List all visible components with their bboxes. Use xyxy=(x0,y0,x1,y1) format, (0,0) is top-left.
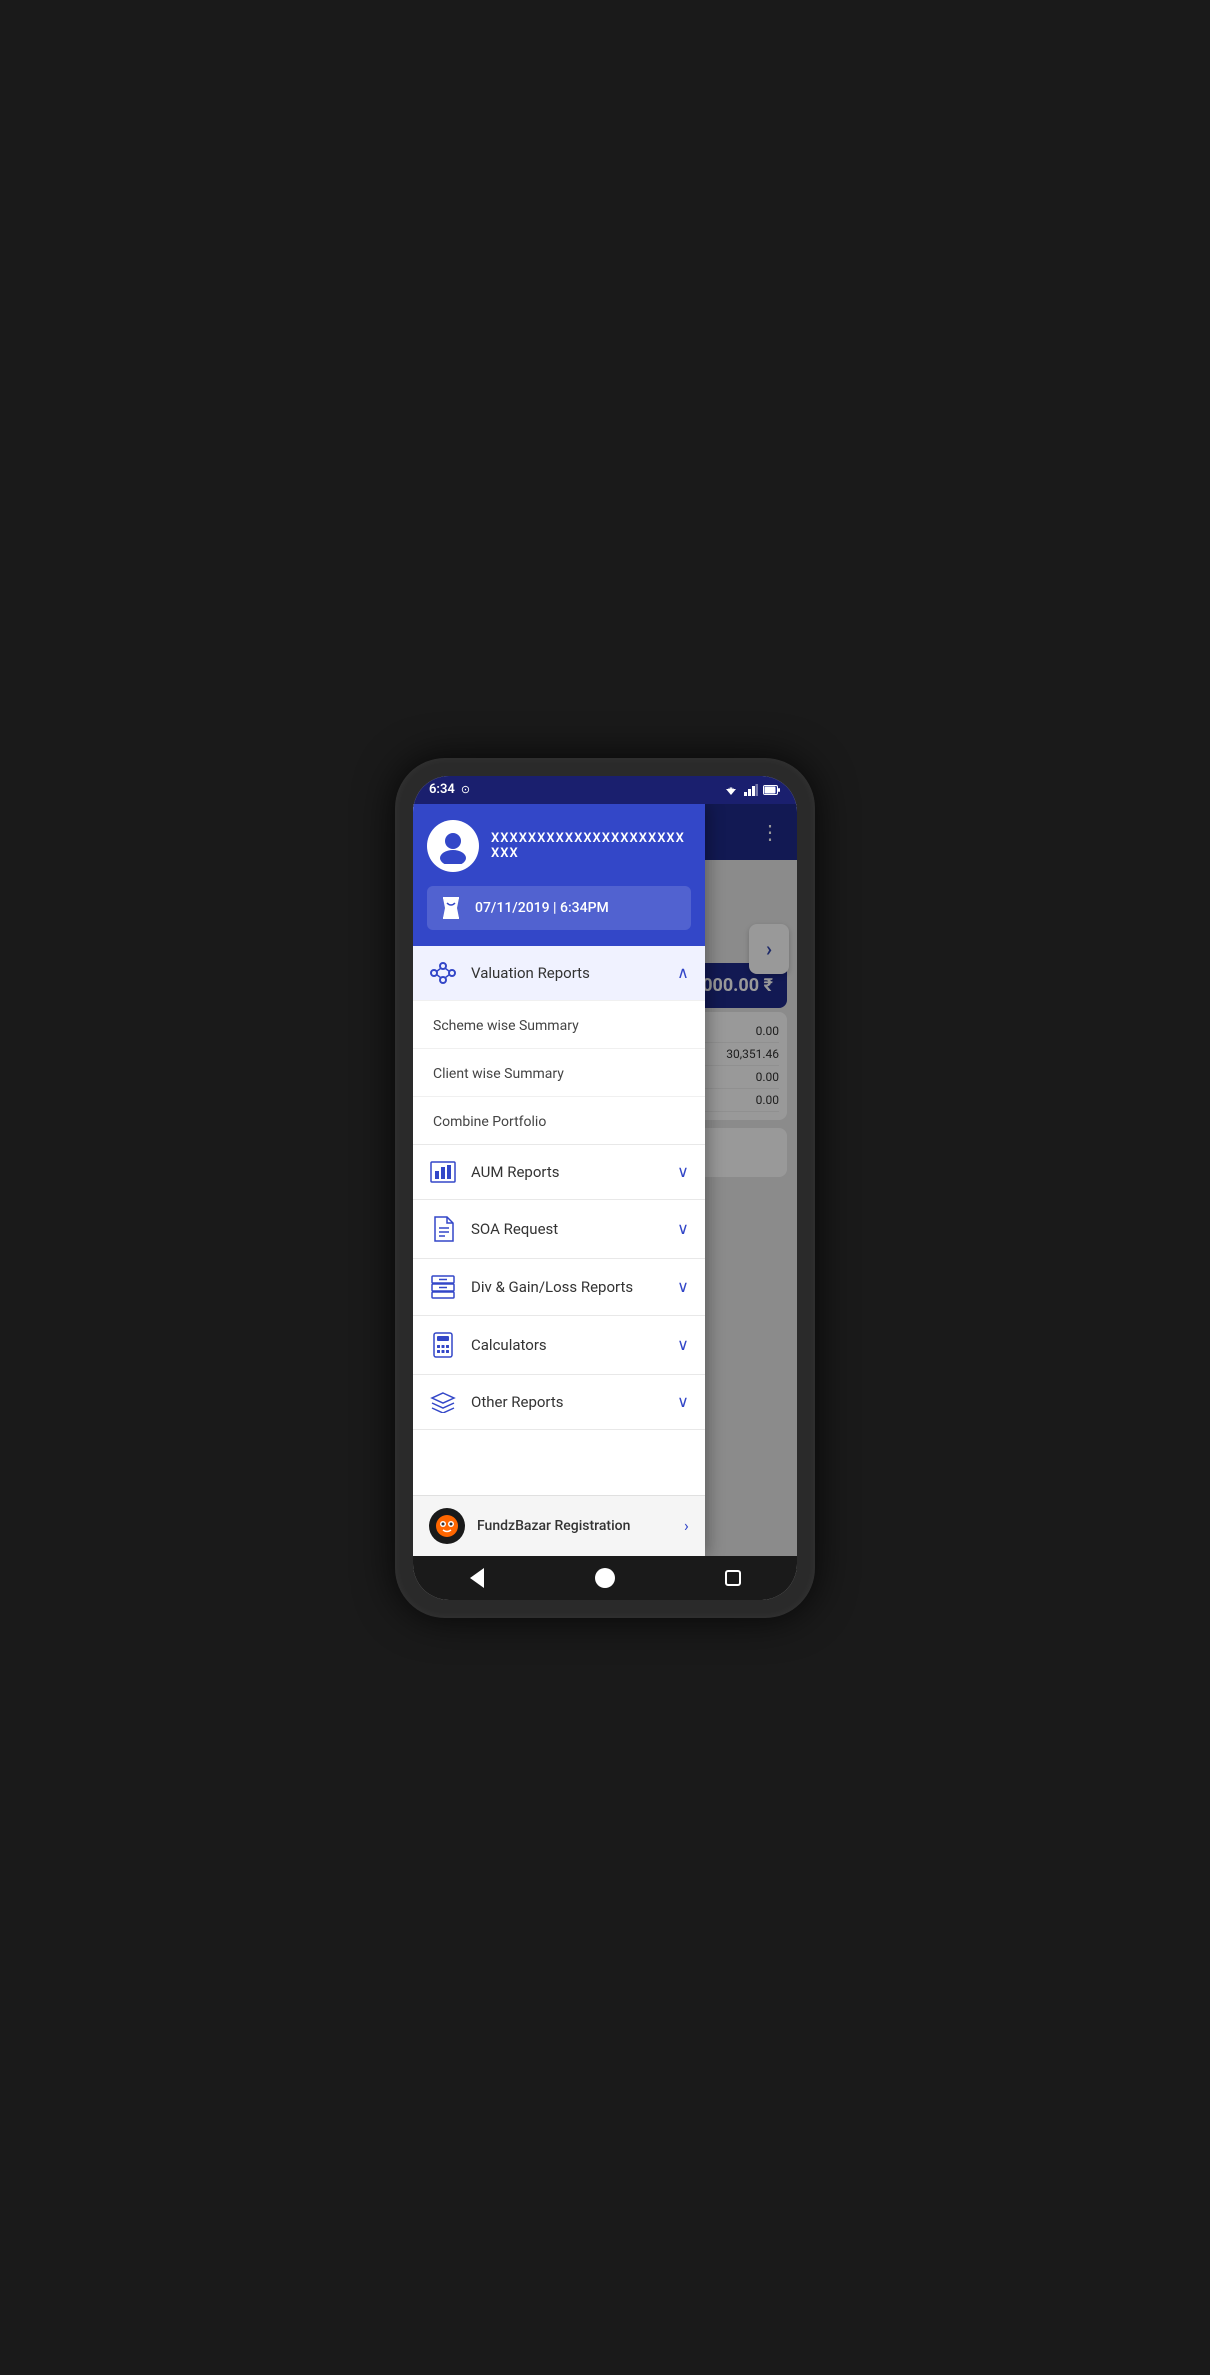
navigation-drawer: XXXXXXXXXXXXXXXXXXXXXXXX 07/1 xyxy=(413,804,705,1556)
status-time: 6:34 xyxy=(429,782,455,797)
user-name: XXXXXXXXXXXXXXXXXXXXXXXX xyxy=(491,831,691,861)
drawer-header: XXXXXXXXXXXXXXXXXXXXXXXX 07/1 xyxy=(413,804,705,946)
other-section: Other Reports ∨ xyxy=(413,1375,705,1430)
other-label: Other Reports xyxy=(471,1393,663,1411)
valuation-section: Valuation Reports ∧ Scheme wise Summary … xyxy=(413,946,705,1145)
status-icons xyxy=(723,784,781,796)
aum-label: AUM Reports xyxy=(471,1163,663,1181)
phone-device: 6:34 ⊙ xyxy=(395,758,815,1618)
menu-item-valuation[interactable]: Valuation Reports ∧ xyxy=(413,946,705,1000)
drawer-date: 07/11/2019 | 6:34PM xyxy=(475,900,609,916)
drawer-footer[interactable]: FundzBazar Registration › xyxy=(413,1495,705,1556)
divgain-arrow: ∨ xyxy=(677,1277,689,1296)
avatar xyxy=(427,820,479,872)
other-icon xyxy=(429,1391,457,1413)
aum-icon xyxy=(429,1161,457,1183)
valuation-submenu: Scheme wise Summary Client wise Summary … xyxy=(413,1000,705,1144)
scheme-wise-label: Scheme wise Summary xyxy=(433,1018,579,1034)
recents-button[interactable] xyxy=(718,1563,748,1593)
drawer-overlay: XXXXXXXXXXXXXXXXXXXXXXXX 07/1 xyxy=(413,804,797,1556)
calculators-arrow: ∨ xyxy=(677,1335,689,1354)
bottom-navigation xyxy=(413,1556,797,1600)
soa-arrow: ∨ xyxy=(677,1219,689,1238)
calculators-section: Calculators ∨ xyxy=(413,1316,705,1375)
menu-item-other[interactable]: Other Reports ∨ xyxy=(413,1375,705,1429)
calculators-label: Calculators xyxy=(471,1336,663,1354)
aum-arrow: ∨ xyxy=(677,1162,689,1181)
valuation-icon xyxy=(429,962,457,984)
signal-icon xyxy=(744,784,758,796)
combine-portfolio-label: Combine Portfolio xyxy=(433,1114,546,1130)
soa-section: SOA Request ∨ xyxy=(413,1200,705,1259)
wifi-icon xyxy=(723,784,739,796)
valuation-label: Valuation Reports xyxy=(471,964,663,982)
menu-item-divgain[interactable]: Div & Gain/Loss Reports ∨ xyxy=(413,1259,705,1315)
notification-icon: ⊙ xyxy=(461,783,470,796)
menu-item-calculators[interactable]: Calculators ∨ xyxy=(413,1316,705,1374)
divgain-icon xyxy=(429,1275,457,1299)
phone-screen: 6:34 ⊙ xyxy=(413,776,797,1600)
submenu-client-wise[interactable]: Client wise Summary xyxy=(413,1048,705,1096)
calculators-icon xyxy=(429,1332,457,1358)
main-content: ⋮ ₹ › Weg CAGR 3.37 ↑ xyxy=(413,804,797,1556)
menu-item-aum[interactable]: AUM Reports ∨ xyxy=(413,1145,705,1199)
person-icon xyxy=(435,828,471,864)
aum-section: AUM Reports ∨ xyxy=(413,1145,705,1200)
submenu-scheme-wise[interactable]: Scheme wise Summary xyxy=(413,1000,705,1048)
client-wise-label: Client wise Summary xyxy=(433,1066,564,1082)
battery-icon xyxy=(763,784,781,796)
timer-icon xyxy=(437,894,465,922)
home-button[interactable] xyxy=(590,1563,620,1593)
date-row: 07/11/2019 | 6:34PM xyxy=(427,886,691,930)
footer-text: FundzBazar Registration xyxy=(477,1518,672,1534)
status-bar: 6:34 ⊙ xyxy=(413,776,797,804)
back-button[interactable] xyxy=(462,1563,492,1593)
divgain-section: Div & Gain/Loss Reports ∨ xyxy=(413,1259,705,1316)
other-arrow: ∨ xyxy=(677,1392,689,1411)
user-row: XXXXXXXXXXXXXXXXXXXXXXXX xyxy=(427,820,691,872)
submenu-combine-portfolio[interactable]: Combine Portfolio xyxy=(413,1096,705,1144)
divgain-label: Div & Gain/Loss Reports xyxy=(471,1278,663,1296)
dim-overlay[interactable] xyxy=(705,804,797,1556)
valuation-arrow: ∧ xyxy=(677,963,689,982)
fundzbazar-logo xyxy=(429,1508,465,1544)
soa-icon xyxy=(429,1216,457,1242)
soa-label: SOA Request xyxy=(471,1220,663,1238)
menu-item-soa[interactable]: SOA Request ∨ xyxy=(413,1200,705,1258)
footer-arrow[interactable]: › xyxy=(684,1516,689,1535)
drawer-menu[interactable]: Valuation Reports ∧ Scheme wise Summary … xyxy=(413,946,705,1495)
